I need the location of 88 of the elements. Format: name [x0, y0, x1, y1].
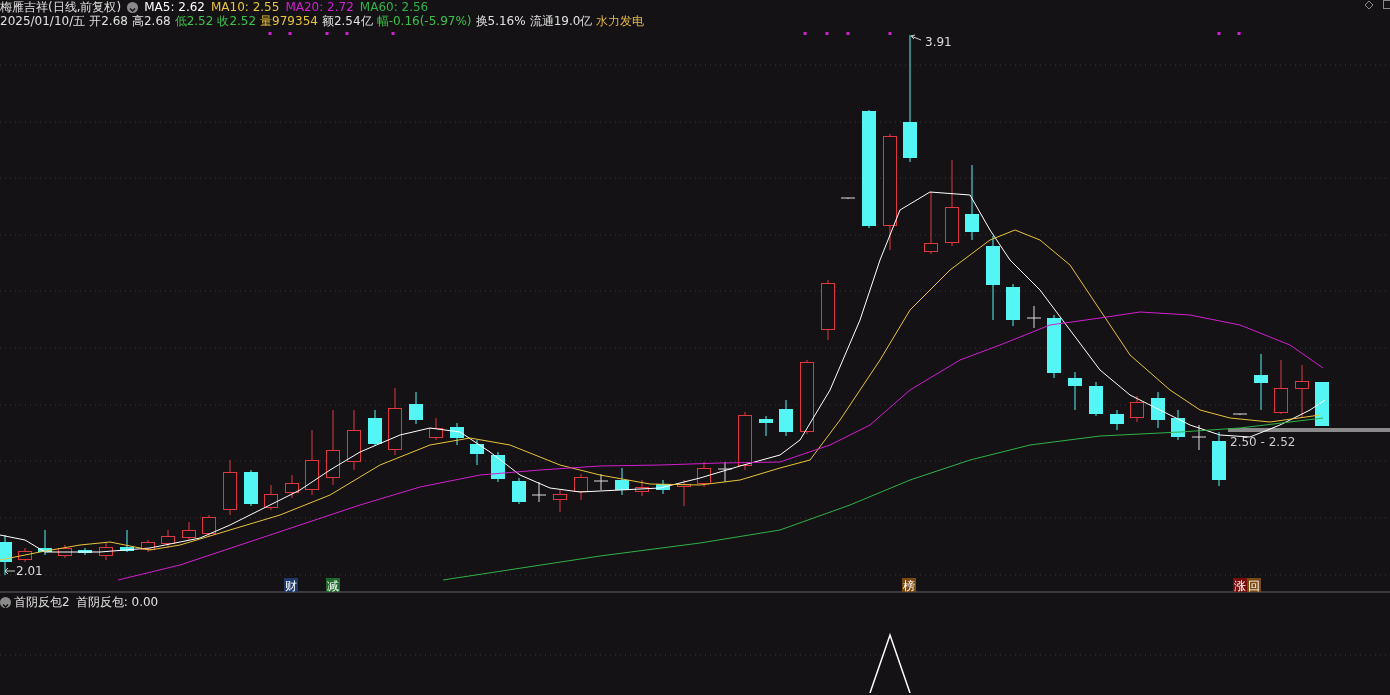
indicator-name: 首阴反包2 — [14, 594, 70, 610]
candlestick — [759, 415, 773, 437]
signal-tag: 涨 — [1233, 578, 1247, 593]
signal-tag: 财 — [284, 578, 298, 593]
candlestick — [717, 461, 733, 483]
candlestick — [38, 529, 52, 556]
candlestick — [120, 529, 134, 553]
collapse-icon — [127, 1, 139, 13]
high-price-label: 3.91 — [925, 35, 952, 49]
quote-value: 额2.54亿 — [321, 14, 373, 28]
signal-tag: 回 — [1247, 578, 1261, 593]
moving-average-value: MA20: 2.72 — [285, 0, 354, 14]
candlestick — [1089, 381, 1103, 417]
candlestick — [78, 547, 92, 556]
candlestick — [347, 409, 361, 471]
candlestick — [1191, 424, 1207, 451]
quote-value: 量979354 — [260, 14, 318, 28]
quote-value: 收2.52 — [217, 14, 257, 28]
candlestick — [285, 474, 299, 499]
indicator-value: 首阴反包: 0.00 — [75, 594, 159, 610]
candlestick — [99, 542, 113, 561]
quote-value: 换5.16% — [475, 14, 526, 28]
candlestick — [368, 409, 382, 447]
moving-average-value: MA5: 2.62 — [144, 0, 205, 14]
high-price-marker — [910, 34, 922, 41]
candlestick — [779, 399, 793, 437]
candlestick — [1171, 409, 1185, 441]
candlestick — [305, 429, 319, 496]
candlestick — [244, 469, 258, 507]
quote-value: 2025/01/10/五 — [0, 14, 86, 28]
price-range-label: 2.50 - 2.52 — [1230, 435, 1296, 449]
candlestick — [1295, 364, 1309, 419]
candlestick — [635, 479, 649, 497]
collapse-icon — [0, 596, 11, 608]
indicator-line — [869, 632, 911, 693]
candlestick — [429, 417, 443, 441]
quote-value: 开2.68 — [89, 14, 128, 28]
candlestick — [1274, 359, 1288, 415]
candlestick — [1047, 314, 1061, 379]
candlestick — [1212, 431, 1226, 487]
quote-value: 幅-0.16(-5.97%) — [376, 14, 472, 28]
signal-tag: 减 — [326, 578, 340, 593]
candlestick — [677, 479, 691, 507]
candlestick — [470, 439, 484, 466]
candlestick — [1006, 283, 1020, 327]
candlestick — [574, 473, 588, 501]
candlestick — [821, 279, 835, 341]
candlestick — [1026, 305, 1042, 329]
candlestick — [1315, 381, 1329, 427]
candlestick — [223, 459, 237, 516]
candlestick — [512, 477, 526, 505]
candlestick — [1110, 409, 1124, 431]
chart-title: 梅雁吉祥(日线,前复权) — [0, 0, 122, 14]
signal-tag: 榜 — [902, 578, 916, 593]
candlestick — [840, 197, 856, 200]
quote-value: 水力发电 — [596, 14, 645, 28]
quote-value: 流通19.0亿 — [529, 14, 593, 28]
low-price-label: 2.01 — [16, 564, 43, 578]
quote-value: 高2.68 — [131, 14, 171, 28]
candlestick — [1151, 391, 1165, 429]
candlestick — [1232, 413, 1248, 416]
candlestick — [1254, 353, 1268, 411]
candlestick — [1130, 395, 1144, 423]
candlestick — [141, 539, 155, 553]
candlestick — [924, 191, 938, 255]
candlestick — [409, 391, 423, 425]
candlestick — [553, 489, 567, 513]
quote-value: 低2.52 — [174, 14, 214, 28]
candlestick — [161, 529, 175, 549]
moving-average-value: MA10: 2.55 — [210, 0, 280, 14]
candlestick — [738, 411, 752, 471]
candlestick — [450, 422, 464, 446]
candlestick — [58, 544, 72, 559]
diamond-icon[interactable] — [1364, 0, 1374, 10]
candlestick — [182, 521, 196, 541]
candlestick — [18, 547, 32, 563]
candlestick — [202, 514, 216, 537]
candlestick — [531, 481, 547, 503]
candlestick — [264, 484, 278, 511]
moving-average-value: MA60: 2.56 — [359, 0, 429, 14]
low-price-marker — [4, 567, 16, 575]
candlestick — [697, 461, 711, 488]
candlestick — [615, 467, 629, 496]
candlestick — [0, 534, 12, 576]
candlestick — [1068, 371, 1082, 411]
candlestick — [656, 479, 670, 495]
candlestick — [593, 473, 609, 491]
candlestick — [388, 387, 402, 456]
